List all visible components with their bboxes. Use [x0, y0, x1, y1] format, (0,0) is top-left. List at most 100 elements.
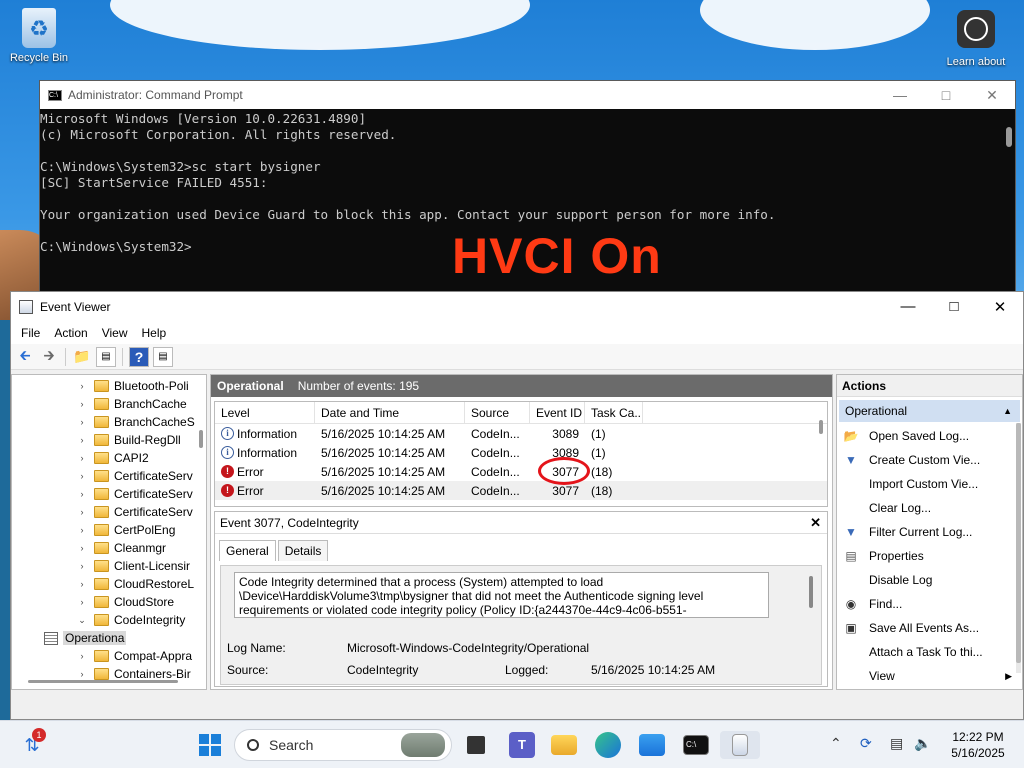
tree-scrollbar[interactable] [196, 375, 206, 675]
expand-chevron-icon[interactable]: › [76, 579, 88, 589]
expand-chevron-icon[interactable]: › [76, 597, 88, 607]
expand-chevron-icon[interactable]: › [76, 561, 88, 571]
action-item[interactable]: ▼ Create Custom Vie... [837, 448, 1022, 472]
grid-scrollbar[interactable] [819, 420, 823, 434]
tree-item[interactable]: › CertPolEng [12, 521, 206, 539]
event-viewer-window[interactable]: Event Viewer — □ ✕ File Action View Help… [10, 291, 1024, 720]
expand-chevron-icon[interactable]: › [76, 507, 88, 517]
ev-maximize-button[interactable]: □ [931, 298, 977, 316]
col-event-id[interactable]: Event ID [530, 402, 585, 424]
action-item[interactable]: View ▶ [837, 664, 1022, 688]
command-prompt-window[interactable]: C:\ Administrator: Command Prompt — □ ✕ … [39, 80, 1016, 292]
menu-view[interactable]: View [102, 326, 128, 340]
search-box[interactable]: Search [234, 729, 452, 761]
tree-item[interactable]: › CertificateServ [12, 503, 206, 521]
detail-close-icon[interactable]: ✕ [810, 515, 821, 531]
tree-item[interactable]: › Compat-Appra [12, 647, 206, 665]
cmd-title-bar[interactable]: C:\ Administrator: Command Prompt — □ ✕ [40, 81, 1015, 109]
tree-item[interactable]: › BranchCacheS [12, 413, 206, 431]
action-item[interactable]: ▼ Filter Current Log... [837, 520, 1022, 544]
message-scrollbar[interactable] [809, 576, 813, 608]
volume-icon[interactable]: 🔈 [914, 735, 931, 752]
start-button[interactable] [196, 731, 224, 759]
show-hidden-icons-chevron-icon[interactable]: ⌃ [830, 735, 842, 752]
show-hide-tree-icon[interactable]: ▤ [96, 346, 116, 367]
expand-chevron-icon[interactable]: › [76, 453, 88, 463]
ev-close-button[interactable]: ✕ [977, 298, 1023, 316]
tree-horizontal-scrollbar[interactable] [28, 680, 178, 683]
expand-chevron-icon[interactable]: › [76, 669, 88, 679]
expand-chevron-icon[interactable]: › [76, 525, 88, 535]
event-message[interactable]: Code Integrity determined that a process… [234, 572, 769, 618]
expand-chevron-icon[interactable]: › [76, 489, 88, 499]
minimize-button[interactable]: — [877, 87, 923, 104]
event-viewer-taskbar-icon[interactable] [720, 731, 760, 759]
edge-icon[interactable] [594, 731, 622, 759]
tree-item[interactable]: Operationa [12, 629, 206, 647]
back-arrow-icon[interactable]: 🡰 [15, 347, 35, 367]
menu-file[interactable]: File [21, 326, 40, 340]
col-date[interactable]: Date and Time [315, 402, 465, 424]
col-task[interactable]: Task Ca... [585, 402, 643, 424]
action-item[interactable]: Attach a Task To thi... [837, 640, 1022, 664]
expand-chevron-icon[interactable]: › [76, 381, 88, 391]
expand-chevron-icon[interactable]: › [76, 417, 88, 427]
expand-chevron-icon[interactable]: › [76, 435, 88, 445]
table-row[interactable]: ! Error 5/16/2025 10:14:25 AM CodeIn... 3077… [215, 462, 827, 481]
table-row[interactable]: i Information 5/16/2025 10:14:25 AM CodeIn.… [215, 424, 827, 443]
expand-chevron-icon[interactable]: › [76, 543, 88, 553]
events-grid[interactable]: Level Date and Time Source Event ID Task… [214, 401, 828, 507]
action-item[interactable]: Import Custom Vie... [837, 472, 1022, 496]
action-item[interactable]: ◉ Find... [837, 592, 1022, 616]
help-icon[interactable]: ? [129, 346, 149, 367]
tree-item[interactable]: ⌄ CodeIntegrity [12, 611, 206, 629]
action-item[interactable]: 📂 Open Saved Log... [837, 424, 1022, 448]
up-folder-icon[interactable]: 📁 [72, 347, 92, 367]
cmd-scrollbar[interactable] [1005, 111, 1013, 291]
ev-title-bar[interactable]: Event Viewer — □ ✕ [11, 292, 1023, 322]
action-item[interactable]: Clear Log... [837, 496, 1022, 520]
tree-item[interactable]: › CertificateServ [12, 467, 206, 485]
tree-item[interactable]: › Build-RegDll [12, 431, 206, 449]
actions-section-operational[interactable]: Operational ▲ [839, 400, 1020, 422]
task-view-icon[interactable] [462, 731, 490, 759]
tree-item[interactable]: › CAPI2 [12, 449, 206, 467]
tree-item[interactable]: › Bluetooth-Poli [12, 377, 206, 395]
show-action-pane-icon[interactable]: ▤ [153, 346, 173, 367]
col-level[interactable]: Level [215, 402, 315, 424]
command-prompt-taskbar-icon[interactable]: C:\ [682, 731, 710, 759]
network-icon[interactable]: ▤ [890, 735, 903, 752]
clock[interactable]: 12:22 PM 5/16/2025 [940, 729, 1016, 761]
tree-item[interactable]: › CloudRestoreL [12, 575, 206, 593]
tree-item[interactable]: › Cleanmgr [12, 539, 206, 557]
actions-scrollbar[interactable] [1016, 423, 1021, 673]
close-button[interactable]: ✕ [969, 87, 1015, 104]
tree-item[interactable]: › CloudStore [12, 593, 206, 611]
tree-item[interactable]: › CertificateServ [12, 485, 206, 503]
action-item[interactable]: Disable Log [837, 568, 1022, 592]
expand-chevron-icon[interactable]: › [76, 399, 88, 409]
learn-about-picture-icon[interactable]: Learn about [938, 10, 1014, 68]
collapse-triangle-icon[interactable]: ▲ [1003, 406, 1012, 416]
forward-arrow-icon[interactable]: 🡲 [39, 347, 59, 367]
recycle-bin-icon[interactable]: Recycle Bin [6, 8, 72, 64]
tree-item[interactable]: › BranchCache [12, 395, 206, 413]
menu-action[interactable]: Action [54, 326, 87, 340]
console-tree[interactable]: › Bluetooth-Poli › BranchCache › BranchCacheS… [11, 374, 207, 690]
action-item[interactable]: ▤ Properties [837, 544, 1022, 568]
expand-chevron-icon[interactable]: ⌄ [76, 615, 88, 626]
sync-icon[interactable]: ⟳ [860, 735, 872, 752]
tree-item[interactable]: › Client-Licensir [12, 557, 206, 575]
ev-minimize-button[interactable]: — [885, 298, 931, 316]
tab-details[interactable]: Details [277, 540, 329, 561]
expand-chevron-icon[interactable]: › [76, 651, 88, 661]
maximize-button[interactable]: □ [923, 87, 969, 104]
table-row[interactable]: i Information 5/16/2025 10:14:25 AM CodeIn.… [215, 443, 827, 462]
expand-chevron-icon[interactable]: › [76, 471, 88, 481]
col-source[interactable]: Source [465, 402, 530, 424]
store-icon[interactable] [638, 731, 666, 759]
menu-help[interactable]: Help [142, 326, 167, 340]
table-row[interactable]: ! Error 5/16/2025 10:14:25 AM CodeIn... 3077… [215, 481, 827, 500]
action-item[interactable]: ▣ Save All Events As... [837, 616, 1022, 640]
teams-icon[interactable]: T [508, 731, 536, 759]
